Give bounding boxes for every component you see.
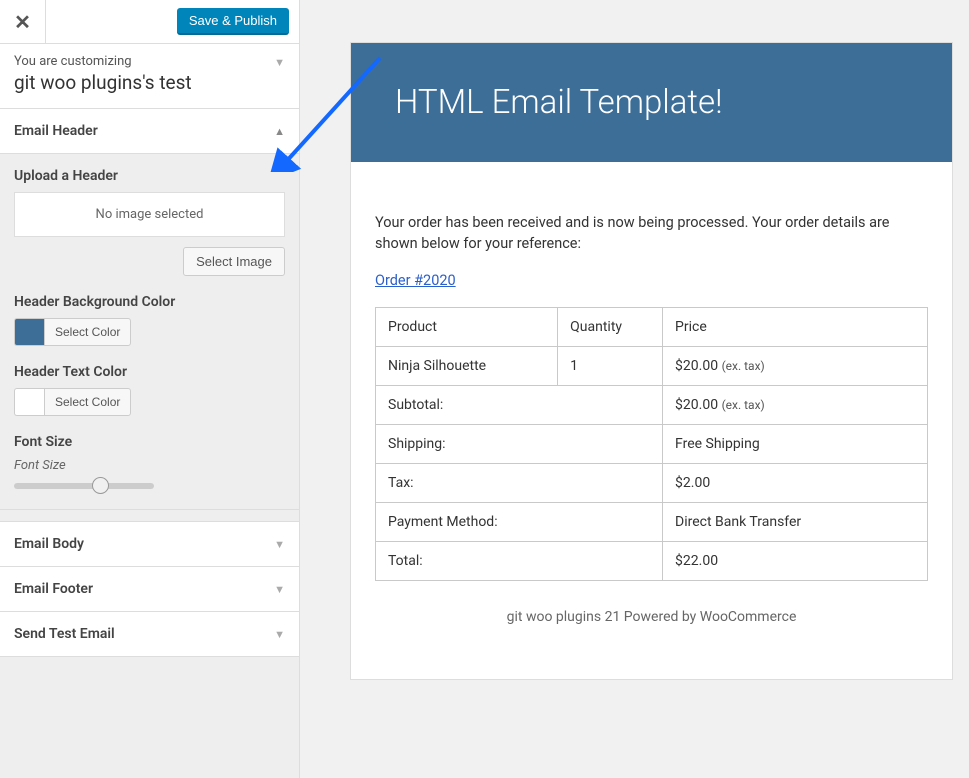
email-header-preview: HTML Email Template! — [351, 43, 952, 162]
order-table: Product Quantity Price Ninja Silhouette … — [375, 307, 928, 581]
divider — [0, 510, 299, 522]
summary-value: $2.00 — [663, 464, 928, 503]
summary-label: Payment Method: — [376, 503, 663, 542]
summary-label: Shipping: — [376, 425, 663, 464]
select-image-button[interactable]: Select Image — [183, 247, 285, 276]
cell-quantity: 1 — [558, 347, 663, 386]
close-button[interactable]: ✕ — [0, 0, 46, 43]
slider-thumb[interactable] — [92, 477, 109, 494]
section-email-body[interactable]: Email Body ▼ — [0, 522, 299, 567]
table-row: Ninja Silhouette 1 $20.00 (ex. tax) — [376, 347, 928, 386]
font-size-description: Font Size — [14, 458, 285, 473]
font-size-slider[interactable] — [14, 483, 154, 489]
customizing-info: ▼ You are customizing git woo plugins's … — [0, 44, 299, 109]
top-bar: ✕ Save & Publish — [0, 0, 299, 44]
table-row: Subtotal: $20.00 (ex. tax) — [376, 386, 928, 425]
order-link[interactable]: Order #2020 — [375, 272, 456, 289]
section-title: Email Header — [14, 123, 98, 139]
cell-product: Ninja Silhouette — [376, 347, 558, 386]
email-body-preview: Your order has been received and is now … — [351, 162, 952, 679]
section-email-footer[interactable]: Email Footer ▼ — [0, 567, 299, 612]
cell-price: $20.00 (ex. tax) — [663, 347, 928, 386]
chevron-down-icon: ▼ — [274, 538, 285, 551]
customizing-label: You are customizing — [14, 54, 285, 69]
summary-label: Total: — [376, 542, 663, 581]
bg-select-color-button[interactable]: Select Color — [44, 318, 131, 346]
save-publish-button[interactable]: Save & Publish — [177, 8, 289, 35]
section-email-header[interactable]: Email Header ▲ — [0, 109, 299, 154]
chevron-down-icon: ▼ — [274, 56, 285, 69]
summary-value: Free Shipping — [663, 425, 928, 464]
summary-value: $20.00 (ex. tax) — [663, 386, 928, 425]
col-price: Price — [663, 308, 928, 347]
col-quantity: Quantity — [558, 308, 663, 347]
top-spacer — [46, 0, 177, 43]
text-select-color-button[interactable]: Select Color — [44, 388, 131, 416]
chevron-down-icon: ▼ — [274, 583, 285, 596]
summary-label: Tax: — [376, 464, 663, 503]
chevron-down-icon: ▼ — [274, 628, 285, 641]
section-title: Email Body — [14, 536, 84, 552]
email-header-panel: Upload a Header No image selected Select… — [0, 154, 299, 510]
summary-value: $22.00 — [663, 542, 928, 581]
table-row: Shipping: Free Shipping — [376, 425, 928, 464]
upload-header-label: Upload a Header — [14, 168, 285, 184]
col-product: Product — [376, 308, 558, 347]
customizer-sidebar: ✕ Save & Publish ▼ You are customizing g… — [0, 0, 300, 778]
table-row: Tax: $2.00 — [376, 464, 928, 503]
text-color-label: Header Text Color — [14, 364, 285, 380]
section-title: Email Footer — [14, 581, 93, 597]
section-send-test-email[interactable]: Send Test Email ▼ — [0, 612, 299, 657]
bg-color-label: Header Background Color — [14, 294, 285, 310]
table-row: Payment Method: Direct Bank Transfer — [376, 503, 928, 542]
table-row: Total: $22.00 — [376, 542, 928, 581]
bg-color-swatch[interactable] — [14, 318, 44, 346]
email-preview: HTML Email Template! Your order has been… — [350, 42, 953, 680]
bg-color-picker: Select Color — [14, 318, 285, 346]
intro-text: Your order has been received and is now … — [375, 212, 928, 254]
summary-value: Direct Bank Transfer — [663, 503, 928, 542]
email-footer-text: git woo plugins 21 Powered by WooCommerc… — [375, 581, 928, 649]
header-image-placeholder: No image selected — [14, 192, 285, 237]
close-icon: ✕ — [14, 10, 31, 34]
font-size-label: Font Size — [14, 434, 285, 450]
text-color-swatch[interactable] — [14, 388, 44, 416]
preview-pane: HTML Email Template! Your order has been… — [300, 0, 969, 778]
chevron-up-icon: ▲ — [274, 125, 285, 138]
section-title: Send Test Email — [14, 626, 115, 642]
email-header-title: HTML Email Template! — [395, 83, 908, 122]
text-color-picker: Select Color — [14, 388, 285, 416]
table-header-row: Product Quantity Price — [376, 308, 928, 347]
site-title: git woo plugins's test — [14, 71, 285, 94]
summary-label: Subtotal: — [376, 386, 663, 425]
